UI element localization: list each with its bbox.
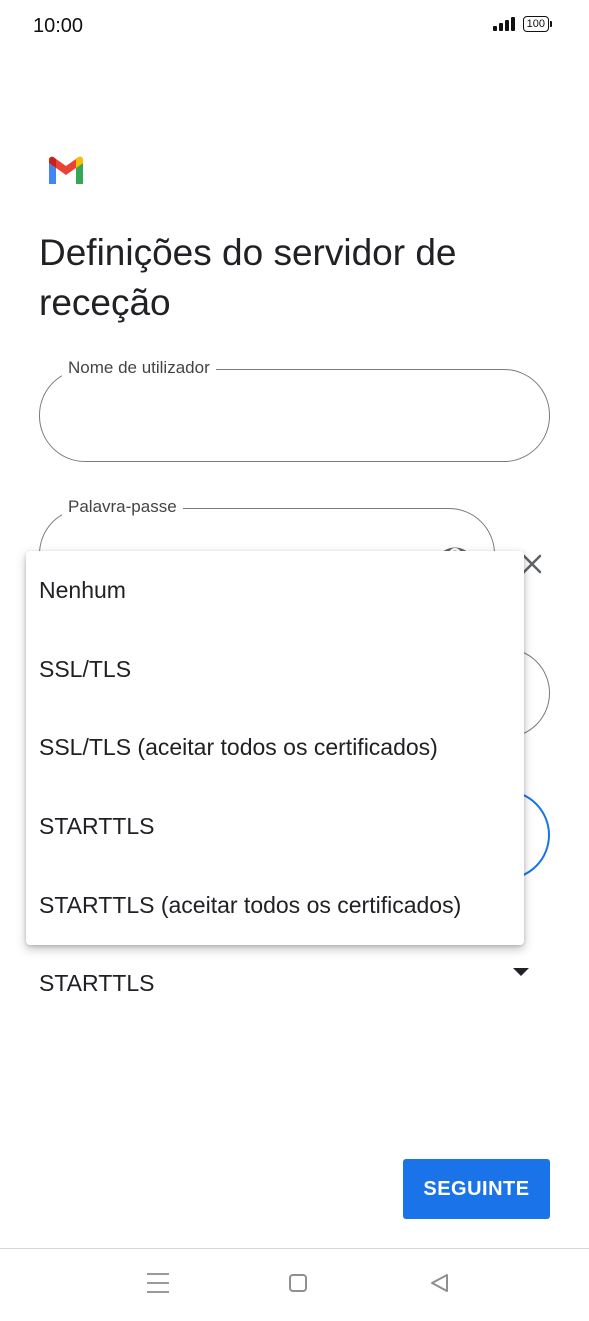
menu-item-nenhum[interactable]: Nenhum: [26, 551, 524, 630]
dropdown-arrow-icon[interactable]: [513, 968, 529, 976]
page-title: Definições do servidor de receção: [39, 232, 457, 323]
menu-item-ssl-tls[interactable]: SSL/TLS: [26, 630, 524, 709]
menu-item-starttls-accept-all[interactable]: STARTTLS (aceitar todos os certificados): [26, 866, 524, 945]
menu-item-ssl-tls-accept-all[interactable]: SSL/TLS (aceitar todos os certificados): [26, 709, 524, 788]
menu-item-starttls[interactable]: STARTTLS: [26, 787, 524, 866]
username-label: Nome de utilizador: [62, 358, 216, 378]
security-type-value[interactable]: STARTTLS: [39, 970, 154, 997]
next-button[interactable]: SEGUINTE: [403, 1159, 550, 1219]
signal-icon: [492, 17, 515, 31]
navigation-bar: [0, 1248, 589, 1321]
password-label: Palavra-passe: [62, 497, 183, 517]
username-field[interactable]: Nome de utilizador: [39, 358, 550, 462]
status-icons: 100: [492, 16, 553, 32]
home-icon[interactable]: [289, 1274, 307, 1292]
menu-icon[interactable]: [147, 1273, 169, 1300]
battery-icon: 100: [522, 16, 553, 32]
security-dropdown-menu: Nenhum SSL/TLS SSL/TLS (aceitar todos os…: [26, 551, 524, 945]
status-time: 10:00: [33, 15, 84, 37]
back-icon[interactable]: [428, 1272, 450, 1294]
gmail-logo: [49, 156, 83, 184]
status-bar: 10:00 100: [0, 0, 589, 56]
